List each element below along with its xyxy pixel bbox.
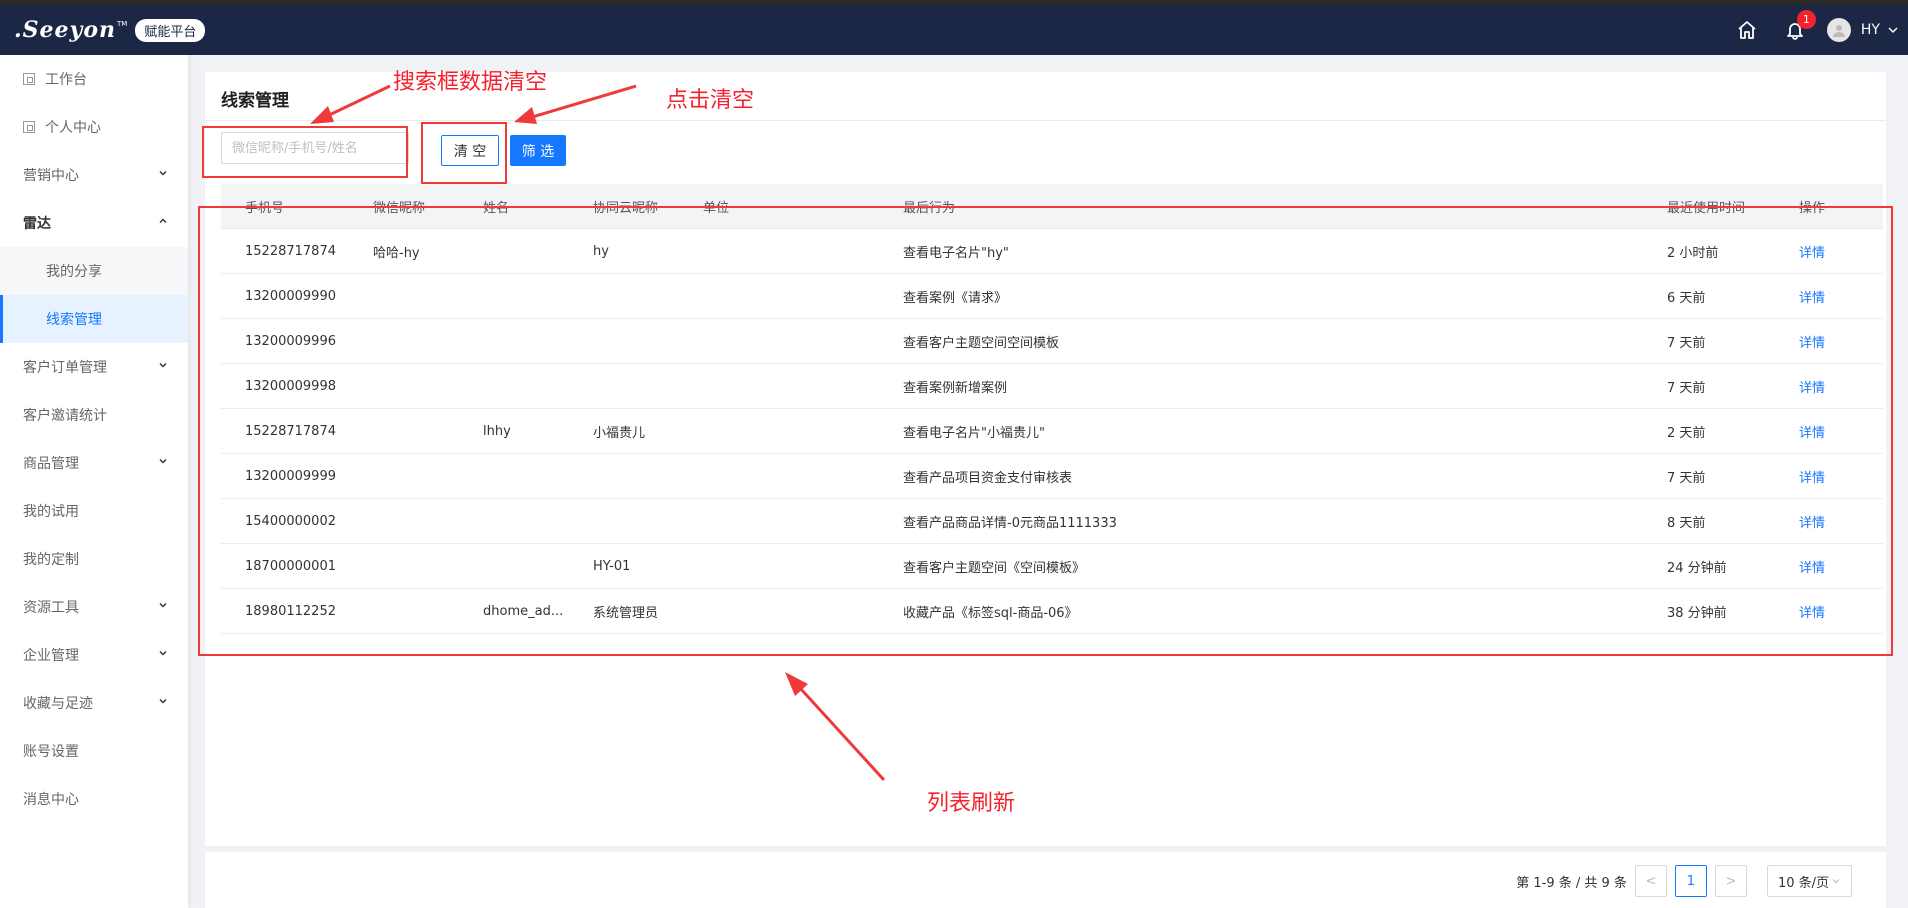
annotation-click-clear: 点击清空 [666, 88, 755, 113]
chevron-down-icon [159, 459, 167, 464]
sidebar: 工作台 个人中心 营销中心 雷达 我的分享 线索管理 客户订单管理 客户邀请统计… [0, 55, 188, 908]
sidebar-item-customer-orders[interactable]: 客户订单管理 [0, 343, 188, 391]
prev-page-button[interactable]: < [1634, 865, 1667, 897]
sidebar-item-label: 我的试用 [23, 504, 79, 520]
title-divider [205, 120, 1886, 121]
sidebar-item-label: 我的分享 [46, 264, 102, 280]
page-size-value: 10 条/页 [1777, 875, 1829, 891]
annotation-search-clear: 搜索框数据清空 [393, 70, 548, 95]
logo-text: .Seeyon [14, 17, 116, 43]
sidebar-item-label: 营销中心 [23, 168, 79, 184]
table-highlight-box [198, 206, 1893, 656]
filter-button[interactable]: 筛 选 [510, 135, 566, 166]
top-header: .Seeyon TM 赋能平台 1 HY [0, 5, 1908, 55]
user-avatar [1826, 18, 1851, 42]
menu-square-icon [23, 121, 35, 133]
sidebar-item-my-custom[interactable]: 我的定制 [0, 535, 188, 583]
radar-submenu: 我的分享 线索管理 [0, 247, 188, 343]
chevron-down-icon [159, 699, 167, 704]
sidebar-item-label: 企业管理 [23, 648, 79, 664]
sidebar-item-label: 客户订单管理 [23, 360, 107, 376]
notification-badge: 1 [1796, 10, 1816, 29]
sidebar-item-label: 账号设置 [23, 744, 79, 760]
sidebar-item-label: 线索管理 [46, 312, 102, 328]
notification-button[interactable]: 1 [1771, 5, 1819, 55]
sidebar-item-label: 工作台 [45, 72, 87, 88]
sidebar-item-favorites[interactable]: 收藏与足迹 [0, 679, 188, 727]
home-button[interactable] [1723, 5, 1771, 55]
sidebar-item-radar[interactable]: 雷达 [0, 199, 188, 247]
sidebar-item-lead-management[interactable]: 线索管理 [0, 295, 188, 343]
sidebar-item-personal-center[interactable]: 个人中心 [0, 103, 188, 151]
pagination-summary: 第 1-9 条 / 共 9 条 [1516, 875, 1627, 891]
sidebar-item-account-settings[interactable]: 账号设置 [0, 727, 188, 775]
chevron-down-icon [1888, 27, 1898, 33]
chevron-down-icon [159, 171, 167, 176]
sidebar-item-workbench[interactable]: 工作台 [0, 55, 188, 103]
sidebar-item-label: 个人中心 [45, 120, 101, 136]
page-1-button[interactable]: 1 [1674, 865, 1707, 897]
menu-square-icon [23, 73, 35, 85]
user-menu[interactable]: HY [1819, 5, 1908, 55]
home-icon [1738, 21, 1756, 39]
sidebar-item-my-share[interactable]: 我的分享 [0, 247, 188, 295]
pagination: 第 1-9 条 / 共 9 条 < 1 > 10 条/页 [1516, 865, 1852, 897]
sidebar-item-resource-tools[interactable]: 资源工具 [0, 583, 188, 631]
pagination-bar: 第 1-9 条 / 共 9 条 < 1 > 10 条/页 [205, 852, 1886, 908]
sidebar-item-label: 客户邀请统计 [23, 408, 107, 424]
page-size-select[interactable]: 10 条/页 [1766, 865, 1852, 897]
sidebar-item-invite-stats[interactable]: 客户邀请统计 [0, 391, 188, 439]
sidebar-item-my-trial[interactable]: 我的试用 [0, 487, 188, 535]
search-highlight-box [202, 126, 408, 178]
seeyon-logo[interactable]: .Seeyon TM 赋能平台 [14, 17, 206, 43]
next-page-button[interactable]: > [1714, 865, 1747, 897]
sidebar-item-label: 雷达 [23, 216, 51, 232]
sidebar-item-label: 我的定制 [23, 552, 79, 568]
chevron-up-icon [159, 218, 167, 223]
annotation-list-refresh: 列表刷新 [927, 791, 1016, 816]
page-title: 线索管理 [221, 91, 289, 111]
sidebar-item-enterprise[interactable]: 企业管理 [0, 631, 188, 679]
sidebar-item-label: 资源工具 [23, 600, 79, 616]
chevron-down-icon [159, 651, 167, 656]
sidebar-item-message-center[interactable]: 消息中心 [0, 775, 188, 823]
chevron-down-icon [159, 603, 167, 608]
header-actions: 1 HY [1723, 5, 1908, 55]
clear-highlight-box [421, 122, 507, 184]
chevron-down-icon [159, 363, 167, 368]
sidebar-item-label: 收藏与足迹 [23, 696, 93, 712]
sidebar-item-label: 商品管理 [23, 456, 79, 472]
sidebar-item-label: 消息中心 [23, 792, 79, 808]
chevron-down-icon [1832, 879, 1840, 884]
platform-badge: 赋能平台 [135, 18, 206, 42]
logo-trademark: TM [117, 20, 128, 28]
user-name: HY [1860, 22, 1880, 38]
sidebar-item-marketing[interactable]: 营销中心 [0, 151, 188, 199]
sidebar-item-product-management[interactable]: 商品管理 [0, 439, 188, 487]
